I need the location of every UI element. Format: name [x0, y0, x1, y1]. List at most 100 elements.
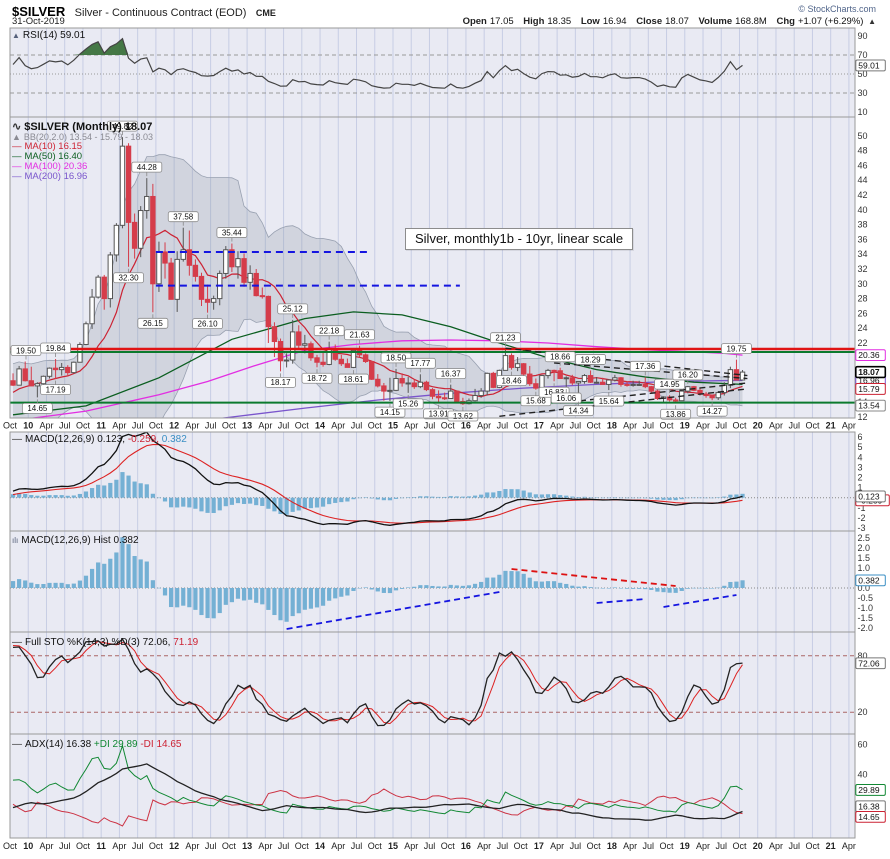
- svg-text:14.34: 14.34: [568, 406, 589, 415]
- svg-text:25.12: 25.12: [283, 305, 304, 314]
- sto-k-value: Full STO %K(14,3) %D(3) 72.06,: [25, 637, 171, 648]
- line-icon: —: [12, 171, 22, 182]
- svg-text:30: 30: [858, 88, 868, 98]
- svg-text:46: 46: [858, 160, 868, 170]
- svg-text:32: 32: [858, 264, 868, 274]
- candle-down: [454, 390, 460, 402]
- candle-up: [417, 381, 424, 388]
- svg-text:13.62: 13.62: [453, 412, 474, 421]
- svg-text:14: 14: [315, 421, 325, 431]
- svg-text:22: 22: [858, 338, 868, 348]
- candle-up: [606, 379, 612, 385]
- candle-down: [600, 381, 606, 385]
- svg-text:Oct: Oct: [732, 421, 747, 431]
- quote-row: 31-Oct-2019 Open 17.05 High 18.35 Low 16.94…: [12, 16, 878, 28]
- svg-text:Apr: Apr: [404, 841, 418, 851]
- candle-down: [198, 275, 205, 300]
- candle-up: [514, 363, 521, 368]
- candle-up: [393, 378, 399, 391]
- candle-up: [539, 375, 545, 389]
- svg-text:11: 11: [96, 841, 106, 851]
- candle-up: [563, 377, 569, 380]
- svg-text:34: 34: [858, 249, 868, 259]
- svg-text:42: 42: [858, 190, 868, 200]
- rsi-legend-text: RSI(14) 59.01: [22, 30, 86, 41]
- svg-text:Jul: Jul: [643, 421, 655, 431]
- macd-legend: — MACD(12,26,9) 0.123, -0.259, 0.382: [12, 434, 187, 445]
- svg-text:Jul: Jul: [424, 421, 436, 431]
- ma200-legend: — MA(200) 16.96: [12, 171, 87, 182]
- indicator-icon: ▲: [12, 31, 20, 40]
- stockcharts-copyright-link[interactable]: © StockCharts.com: [798, 4, 876, 14]
- candle-down: [569, 377, 576, 384]
- open-label: Open: [462, 16, 487, 27]
- svg-text:Jul: Jul: [205, 841, 217, 851]
- svg-text:Oct: Oct: [222, 841, 237, 851]
- up-arrow-icon: ▲: [868, 17, 876, 26]
- svg-text:Jul: Jul: [59, 421, 71, 431]
- candle-down: [125, 145, 132, 223]
- svg-text:Apr: Apr: [550, 841, 564, 851]
- candle-up: [247, 272, 253, 283]
- value-box: 29.89: [855, 784, 886, 796]
- svg-text:Oct: Oct: [3, 841, 18, 851]
- svg-text:Oct: Oct: [587, 841, 602, 851]
- svg-text:12: 12: [858, 412, 868, 422]
- candle-up: [83, 323, 89, 345]
- svg-text:Oct: Oct: [441, 841, 456, 851]
- svg-text:-2: -2: [858, 513, 866, 523]
- chart-header: $SILVER Silver - Continuous Contract (EO…: [12, 3, 878, 19]
- svg-text:18.72: 18.72: [307, 374, 328, 383]
- candle-down: [259, 295, 265, 298]
- svg-text:Apr: Apr: [185, 841, 199, 851]
- candle-up: [156, 251, 162, 285]
- candle-down: [411, 382, 417, 388]
- candle-down: [253, 272, 259, 297]
- svg-text:2.0: 2.0: [858, 543, 871, 553]
- candle-up: [16, 368, 22, 386]
- svg-text:Jul: Jul: [570, 421, 582, 431]
- svg-text:13.54: 13.54: [858, 401, 880, 411]
- candle-down: [320, 361, 326, 365]
- candle-up: [484, 372, 490, 392]
- line-icon: —: [12, 434, 22, 445]
- chg-value: +1.07 (+6.29%): [797, 16, 864, 27]
- svg-text:16.38: 16.38: [858, 801, 880, 811]
- svg-text:22.18: 22.18: [319, 326, 340, 335]
- close-value: 18.07: [665, 16, 689, 27]
- svg-text:26: 26: [858, 308, 868, 318]
- svg-text:20: 20: [753, 841, 763, 851]
- candle-down: [308, 343, 314, 359]
- svg-text:14.27: 14.27: [702, 407, 723, 416]
- svg-text:18.61: 18.61: [343, 375, 364, 384]
- svg-text:18: 18: [607, 421, 617, 431]
- svg-text:59.01: 59.01: [858, 60, 880, 70]
- candle-down: [10, 380, 16, 386]
- svg-text:Apr: Apr: [477, 421, 491, 431]
- candle-down: [162, 251, 168, 264]
- candle-down: [624, 383, 630, 386]
- svg-text:Oct: Oct: [368, 841, 383, 851]
- svg-text:44: 44: [858, 175, 868, 185]
- candle-down: [648, 386, 655, 392]
- svg-text:19: 19: [680, 841, 690, 851]
- svg-text:Apr: Apr: [623, 841, 637, 851]
- svg-text:14.65: 14.65: [27, 404, 48, 413]
- svg-text:1.0: 1.0: [858, 563, 871, 573]
- svg-text:Jul: Jul: [205, 421, 217, 431]
- svg-text:50: 50: [858, 131, 868, 141]
- candle-down: [672, 399, 679, 402]
- svg-text:0.123: 0.123: [858, 491, 880, 501]
- value-box: 13.54: [855, 399, 886, 412]
- svg-text:13: 13: [242, 841, 252, 851]
- svg-text:Apr: Apr: [404, 421, 418, 431]
- svg-text:Apr: Apr: [623, 421, 637, 431]
- candle-up: [472, 395, 478, 402]
- svg-text:17: 17: [534, 421, 544, 431]
- value-box: 59.01: [855, 59, 886, 72]
- candle-up: [210, 298, 217, 303]
- svg-text:21.23: 21.23: [495, 333, 516, 342]
- candle-up: [715, 392, 721, 399]
- svg-text:-1.5: -1.5: [858, 613, 874, 623]
- candle-down: [709, 395, 715, 399]
